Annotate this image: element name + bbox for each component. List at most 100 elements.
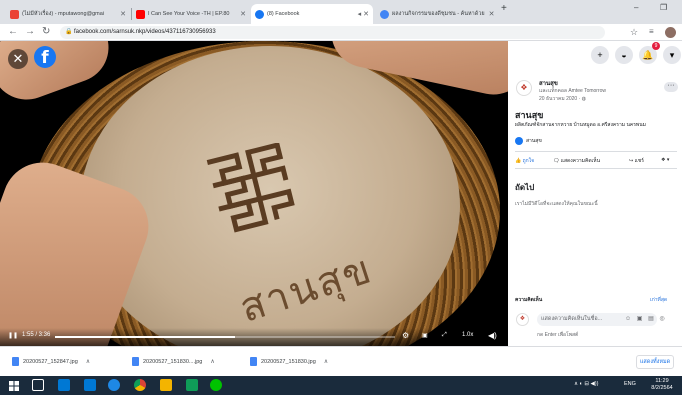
google-icon <box>380 9 389 19</box>
post-title: สานสุข <box>515 110 544 120</box>
notification-count-badge: 9 <box>652 42 660 50</box>
page-link-text: สานสุข <box>526 138 542 144</box>
comment-label: แสดงความคิดเห็น <box>560 158 600 164</box>
tab-gmail[interactable]: (ไม่มีหัวเรื่อง) - mputawong@gmai ✕ <box>6 4 130 24</box>
seek-bar[interactable] <box>55 336 395 338</box>
input-language[interactable]: ENG <box>624 381 636 387</box>
like-label: ถูกใจ <box>522 158 535 164</box>
divider <box>515 151 677 152</box>
show-all-downloads-button[interactable]: แสดงทั้งหมด <box>636 355 674 369</box>
clock[interactable]: 11:29 8/2/2564 <box>650 378 674 392</box>
tab-google-search[interactable]: ผลงานกิจกรรมของดีชุมชน - ค้นหาด้วย ✕ <box>376 4 496 24</box>
lock-icon: 🔒 <box>65 29 73 35</box>
page-link[interactable]: สานสุข <box>515 137 542 145</box>
minimize-button[interactable]: – <box>634 3 638 12</box>
download-filename: 20200527_151830.jpg <box>261 358 316 365</box>
download-item[interactable]: 20200527_151830.jpg ∧ <box>250 357 328 366</box>
playback-speed[interactable]: 1.0x <box>462 332 473 338</box>
download-filename: 20200527_152847.jpg <box>23 358 78 365</box>
settings-gear-icon[interactable]: ⚙ <box>402 331 409 340</box>
tab-title: ผลงานกิจกรรมของดีชุมชน - ค้นหาด้วย <box>392 11 485 17</box>
tab-strip: (ไม่มีหัวเรื่อง) - mputawong@gmai ✕ I Ca… <box>0 0 682 24</box>
share-button[interactable]: ↪ แชร์ <box>629 157 644 165</box>
start-windows-icon[interactable] <box>8 379 20 391</box>
restore-button[interactable]: ❐ <box>660 3 667 12</box>
image-file-icon <box>12 357 19 366</box>
forward-icon[interactable]: → <box>25 26 35 38</box>
downloads-bar: 20200527_152847.jpg ∧ 20200527_151830...… <box>0 346 682 376</box>
reading-list-icon[interactable]: ≡ <box>649 26 654 38</box>
download-item[interactable]: 20200527_152847.jpg ∧ <box>12 357 90 366</box>
mail-icon[interactable] <box>84 379 96 391</box>
photos-icon[interactable] <box>186 379 198 391</box>
comment-placeholder: แสดงความคิดเห็นในชื่อ... <box>541 316 603 322</box>
tab-youtube[interactable]: I Can See Your Voice -TH | EP.80 ✕ <box>132 4 250 24</box>
youtube-icon <box>136 9 145 19</box>
profile-avatar[interactable] <box>665 27 676 38</box>
close-tab-icon[interactable]: ✕ <box>485 10 495 18</box>
new-tab-button[interactable]: + <box>501 3 507 14</box>
divider <box>515 168 677 169</box>
chevron-up-icon[interactable]: ∧ <box>324 358 328 365</box>
post-date-text: 20 ธันวาคม 2020 · <box>539 96 582 102</box>
close-tab-icon[interactable]: ✕ <box>236 10 246 18</box>
reaction-selector-icon[interactable]: ❖ ▾ <box>661 157 669 163</box>
page-avatar[interactable]: ❖ <box>516 80 532 96</box>
up-next-empty-text: เราไม่มีวิดีโอที่จะแสดงให้คุณในขณะนี้ <box>515 201 598 207</box>
up-next-heading: ถัดไป <box>515 183 535 192</box>
edge-icon[interactable] <box>108 379 120 391</box>
chrome-icon[interactable] <box>134 379 146 391</box>
share-label: แชร์ <box>634 158 644 164</box>
address-bar[interactable]: 🔒 facebook.com/sarnsuk.nkp/videos/437116… <box>60 26 605 39</box>
task-view-icon[interactable] <box>32 379 44 391</box>
page-link-icon <box>515 137 523 145</box>
post-description: ผลิตภัณฑ์จักสานจากหวาย บ้านหมูดอ อ.ศรีสง… <box>515 122 646 128</box>
close-video-icon[interactable]: ✕ <box>8 49 28 69</box>
fullscreen-icon[interactable]: ⤢ <box>442 332 447 339</box>
create-plus-icon[interactable]: + <box>591 46 609 64</box>
tab-facebook[interactable]: (8) Facebook ◂ ✕ <box>251 4 373 24</box>
image-file-icon <box>132 357 139 366</box>
url-text: facebook.com/sarnsuk.nkp/videos/43711673… <box>74 29 216 35</box>
globe-icon: ◍ <box>581 96 587 102</box>
commenter-avatar: ❖ <box>516 313 529 326</box>
windows-taskbar: ∧ ◐ ⊟ ◀)) ENG 11:29 8/2/2564 <box>0 376 682 395</box>
comment-icon: 🗨 <box>553 158 560 164</box>
pause-icon[interactable]: ❚❚ <box>8 332 18 339</box>
tab-title: (ไม่มีหัวเรื่อง) - mputawong@gmai <box>22 11 105 17</box>
tab-title: I Can See Your Voice -TH | EP.80 <box>148 11 230 17</box>
reload-icon[interactable]: ↻ <box>42 26 50 38</box>
post-date: 20 ธันวาคม 2020 · ◍ <box>539 95 586 103</box>
store-icon[interactable] <box>58 379 70 391</box>
back-icon[interactable]: ← <box>8 26 18 38</box>
system-tray-icons[interactable]: ∧ ◐ ⊟ ◀)) <box>574 381 598 387</box>
more-options-icon[interactable]: ··· <box>664 82 678 92</box>
share-icon: ↪ <box>629 158 634 164</box>
chevron-up-icon[interactable]: ∧ <box>210 358 214 365</box>
like-button[interactable]: 👍 ถูกใจ <box>515 157 534 165</box>
comment-emoji-icons[interactable]: ☺ ▣ ▤ ◎ <box>625 315 667 322</box>
comments-heading: ความคิดเห็น <box>515 297 543 303</box>
close-tab-icon[interactable]: ✕ <box>116 10 126 18</box>
thumbs-up-icon: 👍 <box>515 158 522 164</box>
seek-bar-fill <box>55 336 236 338</box>
comments-sort-dropdown[interactable]: เก่าที่สุด <box>650 296 667 304</box>
facebook-icon <box>255 9 264 19</box>
facebook-logo-icon[interactable]: f <box>34 46 56 68</box>
chevron-up-icon[interactable]: ∧ <box>86 358 90 365</box>
download-item[interactable]: 20200527_151830....jpg ∧ <box>132 357 215 366</box>
volume-icon[interactable]: ◀) <box>488 331 497 340</box>
tab-title: (8) Facebook <box>267 11 300 17</box>
comment-button[interactable]: 🗨 แสดงความคิดเห็น <box>553 157 600 165</box>
messenger-icon[interactable]: ◒ <box>615 46 633 64</box>
account-menu-icon[interactable]: ▾ <box>663 46 681 64</box>
gmail-icon <box>10 9 19 19</box>
video-time: 1:55 / 3:36 <box>22 332 51 338</box>
line-app-icon[interactable] <box>210 379 222 391</box>
bookmark-star-icon[interactable]: ☆ <box>630 26 638 38</box>
audio-icon[interactable]: ◂ ✕ <box>354 10 369 18</box>
file-explorer-icon[interactable] <box>160 379 172 391</box>
video-player[interactable]: สานสุข ✕ f ❚❚ 1:55 / 3:36 ⚙ ▣ ⤢ 1.0x ◀) <box>0 41 508 346</box>
picture-in-picture-icon[interactable]: ▣ <box>422 332 428 339</box>
clock-date: 8/2/2564 <box>651 385 673 391</box>
